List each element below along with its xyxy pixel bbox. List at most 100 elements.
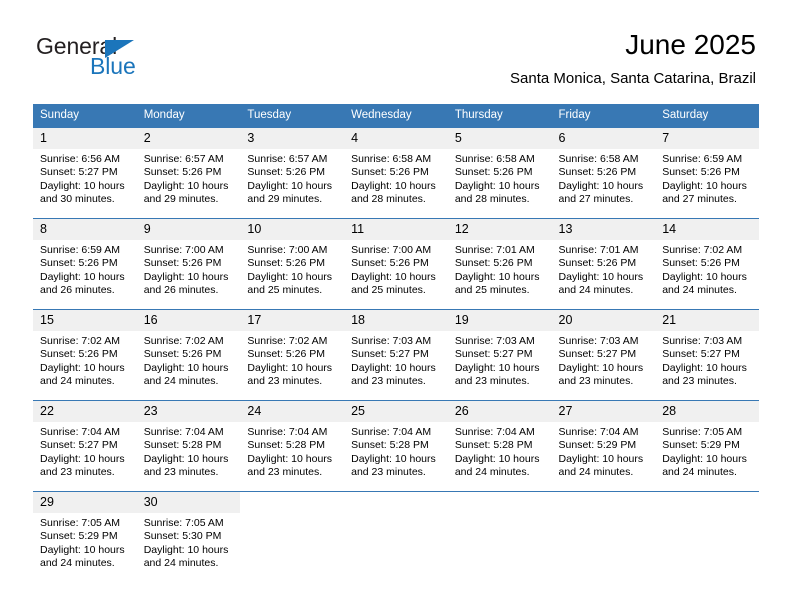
day-cell[interactable]: 19 Sunrise: 7:03 AM Sunset: 5:27 PM Dayl…	[447, 309, 552, 401]
day-number: 3	[240, 128, 345, 149]
day-cell[interactable]: 1 Sunrise: 6:56 AM Sunset: 5:27 PM Dayli…	[33, 127, 137, 219]
sunrise-text: Sunrise: 7:03 AM	[558, 335, 639, 347]
daylight-text-line2: and 28 minutes.	[454, 193, 530, 206]
day-number	[552, 492, 656, 513]
daylight-text-line1: Daylight: 10 hours	[558, 270, 644, 283]
day-cell[interactable]: 17 Sunrise: 7:02 AM Sunset: 5:26 PM Dayl…	[240, 309, 345, 401]
sunrise-text: Sunrise: 7:02 AM	[662, 244, 743, 256]
daylight-text-line1: Daylight: 10 hours	[143, 179, 229, 192]
day-details: Sunrise: 7:00 AM Sunset: 5:26 PM Dayligh…	[137, 240, 241, 298]
day-cell[interactable]: 2 Sunrise: 6:57 AM Sunset: 5:26 PM Dayli…	[136, 127, 241, 219]
day-cell[interactable]: 25 Sunrise: 7:04 AM Sunset: 5:28 PM Dayl…	[344, 400, 448, 492]
sunset-text: Sunset: 5:29 PM	[662, 439, 740, 452]
daylight-text-line2: and 28 minutes.	[351, 193, 426, 206]
daylight-text-line2: and 27 minutes.	[662, 193, 737, 206]
sunset-text: Sunset: 5:26 PM	[662, 166, 740, 179]
sunset-text: Sunset: 5:26 PM	[558, 166, 637, 179]
day-cell[interactable]: 9 Sunrise: 7:00 AM Sunset: 5:26 PM Dayli…	[136, 218, 241, 310]
calendar-table: Sunday Monday Tuesday Wednesday Thursday…	[33, 104, 759, 578]
sunset-text: Sunset: 5:26 PM	[351, 257, 429, 270]
column-header-thursday: Thursday	[447, 104, 552, 128]
day-cell[interactable]: 30 Sunrise: 7:05 AM Sunset: 5:30 PM Dayl…	[136, 491, 241, 578]
sunrise-text: Sunrise: 7:04 AM	[454, 426, 535, 438]
day-cell[interactable]: 23 Sunrise: 7:04 AM Sunset: 5:28 PM Dayl…	[136, 400, 241, 492]
daylight-text-line2: and 25 minutes.	[247, 284, 323, 297]
day-cell[interactable]: 16 Sunrise: 7:02 AM Sunset: 5:26 PM Dayl…	[136, 309, 241, 401]
day-cell[interactable]: 20 Sunrise: 7:03 AM Sunset: 5:27 PM Dayl…	[551, 309, 656, 401]
day-cell[interactable]: 27 Sunrise: 7:04 AM Sunset: 5:29 PM Dayl…	[551, 400, 656, 492]
sunrise-text: Sunrise: 7:03 AM	[351, 335, 432, 347]
sunrise-text: Sunrise: 7:01 AM	[558, 244, 639, 256]
day-cell[interactable]: 24 Sunrise: 7:04 AM Sunset: 5:28 PM Dayl…	[240, 400, 345, 492]
sunset-text: Sunset: 5:26 PM	[247, 257, 326, 270]
sunrise-text: Sunrise: 6:58 AM	[351, 153, 432, 165]
day-details: Sunrise: 7:05 AM Sunset: 5:29 PM Dayligh…	[655, 422, 759, 480]
daylight-text-line2: and 24 minutes.	[662, 284, 737, 297]
daylight-text-line1: Daylight: 10 hours	[351, 270, 436, 283]
sunrise-text: Sunrise: 7:05 AM	[40, 517, 120, 529]
daylight-text-line2: and 25 minutes.	[351, 284, 426, 297]
sunset-text: Sunset: 5:27 PM	[40, 439, 118, 452]
daylight-text-line1: Daylight: 10 hours	[351, 179, 436, 192]
empty-day-cell	[344, 491, 448, 578]
column-header-wednesday: Wednesday	[344, 104, 448, 128]
day-cell[interactable]: 11 Sunrise: 7:00 AM Sunset: 5:26 PM Dayl…	[344, 218, 448, 310]
day-cell[interactable]: 14 Sunrise: 7:02 AM Sunset: 5:26 PM Dayl…	[655, 218, 759, 310]
day-number: 1	[33, 128, 137, 149]
day-cell[interactable]: 18 Sunrise: 7:03 AM Sunset: 5:27 PM Dayl…	[344, 309, 448, 401]
daylight-text-line1: Daylight: 10 hours	[40, 361, 125, 374]
daylight-text-line2: and 24 minutes.	[558, 466, 634, 479]
daylight-text-line1: Daylight: 10 hours	[143, 270, 229, 283]
day-cell[interactable]: 15 Sunrise: 7:02 AM Sunset: 5:26 PM Dayl…	[33, 309, 137, 401]
day-details: Sunrise: 6:57 AM Sunset: 5:26 PM Dayligh…	[240, 149, 344, 207]
day-details: Sunrise: 7:04 AM Sunset: 5:28 PM Dayligh…	[448, 422, 552, 480]
day-cell[interactable]: 5 Sunrise: 6:58 AM Sunset: 5:26 PM Dayli…	[447, 127, 552, 219]
sunrise-text: Sunrise: 7:03 AM	[662, 335, 743, 347]
day-cell[interactable]: 21 Sunrise: 7:03 AM Sunset: 5:27 PM Dayl…	[655, 309, 759, 401]
day-cell[interactable]: 6 Sunrise: 6:58 AM Sunset: 5:26 PM Dayli…	[551, 127, 656, 219]
day-cell[interactable]: 8 Sunrise: 6:59 AM Sunset: 5:26 PM Dayli…	[33, 218, 137, 310]
sunset-text: Sunset: 5:27 PM	[454, 348, 533, 361]
daylight-text-line2: and 23 minutes.	[558, 375, 634, 388]
week-row: 15 Sunrise: 7:02 AM Sunset: 5:26 PM Dayl…	[33, 309, 759, 401]
daylight-text-line2: and 23 minutes.	[454, 375, 530, 388]
page-title: June 2025	[625, 29, 756, 60]
sunrise-text: Sunrise: 6:59 AM	[662, 153, 743, 165]
sunset-text: Sunset: 5:28 PM	[454, 439, 533, 452]
sunset-text: Sunset: 5:26 PM	[143, 348, 222, 361]
sunset-text: Sunset: 5:29 PM	[40, 530, 118, 543]
sunrise-text: Sunrise: 7:05 AM	[662, 426, 743, 438]
brand-name-blue: Blue	[90, 53, 136, 79]
week-row: 29 Sunrise: 7:05 AM Sunset: 5:29 PM Dayl…	[33, 491, 759, 578]
sunrise-text: Sunrise: 7:04 AM	[351, 426, 432, 438]
daylight-text-line1: Daylight: 10 hours	[662, 270, 747, 283]
daylight-text-line1: Daylight: 10 hours	[247, 452, 333, 465]
daylight-text-line1: Daylight: 10 hours	[143, 452, 229, 465]
column-header-monday: Monday	[136, 104, 241, 128]
day-number: 26	[447, 401, 552, 422]
sunset-text: Sunset: 5:26 PM	[247, 348, 326, 361]
day-cell[interactable]: 3 Sunrise: 6:57 AM Sunset: 5:26 PM Dayli…	[240, 127, 345, 219]
sunrise-text: Sunrise: 7:04 AM	[558, 426, 639, 438]
day-details: Sunrise: 7:02 AM Sunset: 5:26 PM Dayligh…	[655, 240, 759, 298]
daylight-text-line1: Daylight: 10 hours	[558, 361, 644, 374]
day-number: 9	[136, 219, 241, 240]
day-cell[interactable]: 13 Sunrise: 7:01 AM Sunset: 5:26 PM Dayl…	[551, 218, 656, 310]
day-cell[interactable]: 10 Sunrise: 7:00 AM Sunset: 5:26 PM Dayl…	[240, 218, 345, 310]
day-cell[interactable]: 26 Sunrise: 7:04 AM Sunset: 5:28 PM Dayl…	[447, 400, 552, 492]
day-cell[interactable]: 12 Sunrise: 7:01 AM Sunset: 5:26 PM Dayl…	[447, 218, 552, 310]
daylight-text-line2: and 29 minutes.	[143, 193, 219, 206]
daylight-text-line1: Daylight: 10 hours	[143, 361, 229, 374]
day-cell[interactable]: 29 Sunrise: 7:05 AM Sunset: 5:29 PM Dayl…	[33, 491, 137, 578]
general-blue-logo[interactable]: General Blue	[36, 33, 216, 83]
daylight-text-line1: Daylight: 10 hours	[247, 361, 333, 374]
sunset-text: Sunset: 5:27 PM	[558, 348, 637, 361]
day-cell[interactable]: 22 Sunrise: 7:04 AM Sunset: 5:27 PM Dayl…	[33, 400, 137, 492]
sunrise-text: Sunrise: 6:57 AM	[247, 153, 328, 165]
daylight-text-line2: and 23 minutes.	[351, 466, 426, 479]
day-cell[interactable]: 28 Sunrise: 7:05 AM Sunset: 5:29 PM Dayl…	[655, 400, 759, 492]
day-number: 14	[655, 219, 759, 240]
day-cell[interactable]: 4 Sunrise: 6:58 AM Sunset: 5:26 PM Dayli…	[344, 127, 448, 219]
sunrise-text: Sunrise: 7:03 AM	[454, 335, 535, 347]
day-cell[interactable]: 7 Sunrise: 6:59 AM Sunset: 5:26 PM Dayli…	[655, 127, 759, 219]
